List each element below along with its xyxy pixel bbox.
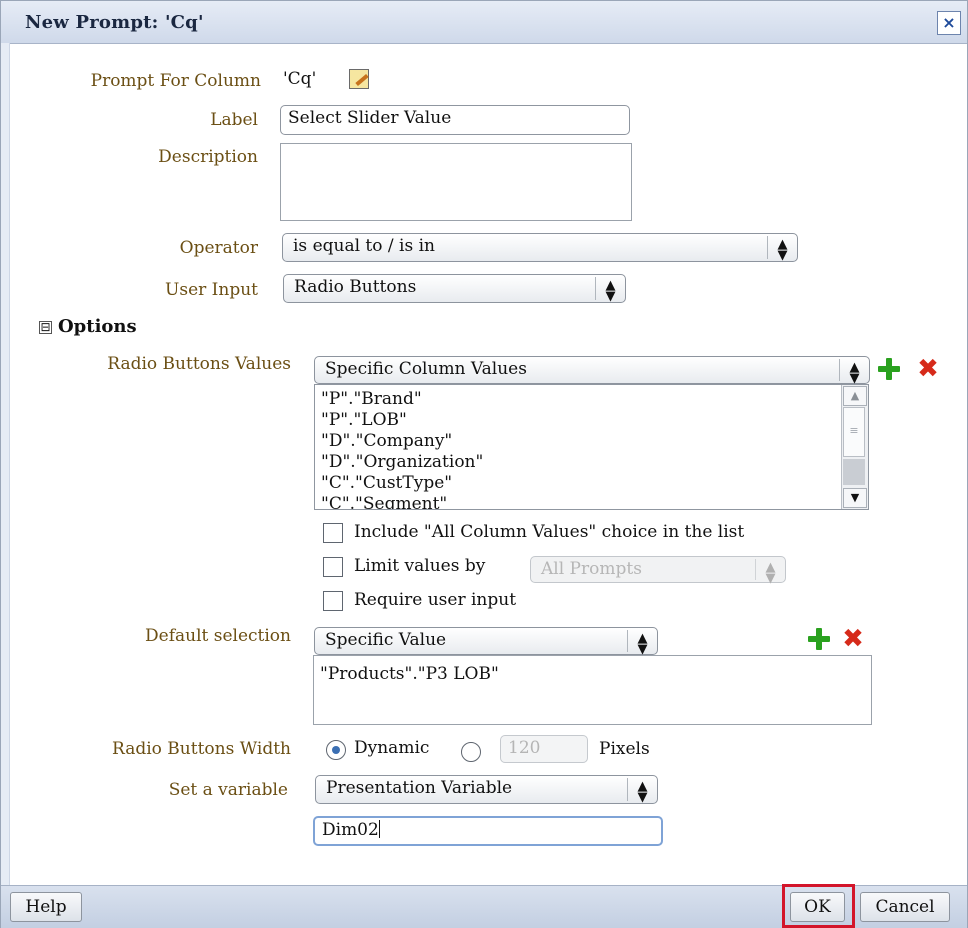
default-selection-select[interactable]: Specific Value ▲ ▼ xyxy=(314,627,658,656)
user-input-value: Radio Buttons xyxy=(294,277,417,297)
help-button[interactable]: Help xyxy=(10,892,82,922)
list-item[interactable]: "D"."Company" xyxy=(315,431,868,452)
variable-name-value: Dim02 xyxy=(322,820,379,840)
scroll-down-icon[interactable]: ▼ xyxy=(843,488,867,508)
description-label: Description xyxy=(158,147,258,167)
include-all-label: Include "All Column Values" choice in th… xyxy=(354,522,745,542)
text-cursor xyxy=(378,820,380,838)
list-scrollbar[interactable]: ▲ ≡ ▼ xyxy=(841,385,868,509)
close-icon[interactable]: × xyxy=(937,11,961,35)
select-arrows-icon: ▲ ▼ xyxy=(627,778,657,804)
column-values-list[interactable]: "P"."Brand" "P"."LOB" "D"."Company" "D".… xyxy=(314,384,869,510)
require-input-label: Require user input xyxy=(354,590,517,610)
operator-value: is equal to / is in xyxy=(293,236,435,256)
limit-values-select[interactable]: All Prompts ▲ ▼ xyxy=(530,556,786,585)
prompt-for-column-label: Prompt For Column xyxy=(90,71,261,91)
select-arrows-icon: ▲ ▼ xyxy=(595,277,625,303)
list-item[interactable]: "P"."LOB" xyxy=(315,410,868,431)
options-heading: Options xyxy=(58,316,137,337)
scroll-up-icon[interactable]: ▲ xyxy=(843,386,867,406)
radio-width-label: Radio Buttons Width xyxy=(112,739,291,759)
radio-values-select[interactable]: Specific Column Values ▲ ▼ xyxy=(314,356,870,385)
set-variable-label: Set a variable xyxy=(168,780,288,800)
list-item[interactable]: "C"."CustType" xyxy=(315,473,868,494)
scroll-track xyxy=(843,459,865,485)
ok-highlight-box xyxy=(782,884,855,928)
label-field-label: Label xyxy=(210,110,258,130)
limit-values-checkbox[interactable] xyxy=(323,557,343,577)
list-item[interactable]: "D"."Organization" xyxy=(315,452,868,473)
dialog-footer: Help OK Cancel xyxy=(1,884,967,928)
pixels-radio[interactable] xyxy=(461,742,481,762)
limit-values-select-value: All Prompts xyxy=(541,559,642,579)
default-values-box[interactable]: "Products"."P3 LOB" xyxy=(313,655,872,725)
default-value-text: "Products"."P3 LOB" xyxy=(320,664,499,684)
new-prompt-dialog: New Prompt: 'Cq' × Prompt For Column 'Cq… xyxy=(0,0,968,928)
pixels-input[interactable]: 120 xyxy=(500,735,588,763)
list-item[interactable]: "P"."Brand" xyxy=(315,389,868,410)
left-edge-strip xyxy=(1,43,10,885)
select-arrows-icon: ▲ ▼ xyxy=(755,559,785,585)
pixels-label: Pixels xyxy=(599,739,650,759)
limit-values-label: Limit values by xyxy=(354,556,486,576)
label-input[interactable]: Select Slider Value xyxy=(280,105,630,135)
variable-type-select[interactable]: Presentation Variable ▲ ▼ xyxy=(315,775,658,804)
operator-label: Operator xyxy=(179,238,258,258)
dynamic-radio[interactable] xyxy=(326,740,346,760)
dialog-title-bar[interactable]: New Prompt: 'Cq' × xyxy=(1,1,967,44)
require-input-checkbox[interactable] xyxy=(323,591,343,611)
default-selection-value: Specific Value xyxy=(325,630,447,650)
collapse-icon[interactable]: ⊟ xyxy=(39,321,52,334)
select-arrows-icon: ▲ ▼ xyxy=(767,236,797,262)
cancel-button[interactable]: Cancel xyxy=(860,892,950,922)
list-item[interactable]: "C"."Segment" xyxy=(315,494,868,509)
scroll-thumb[interactable]: ≡ xyxy=(843,407,865,457)
variable-name-input[interactable]: Dim02 xyxy=(313,816,663,846)
select-arrows-icon: ▲ ▼ xyxy=(839,359,869,385)
select-arrows-icon: ▲ ▼ xyxy=(627,630,657,656)
remove-value-icon[interactable]: ✖ xyxy=(916,356,940,382)
remove-default-icon[interactable]: ✖ xyxy=(841,626,865,652)
edit-formula-icon[interactable] xyxy=(349,69,369,89)
variable-type-value: Presentation Variable xyxy=(326,778,513,798)
add-default-icon[interactable] xyxy=(808,628,830,650)
include-all-checkbox[interactable] xyxy=(323,523,343,543)
user-input-select[interactable]: Radio Buttons ▲ ▼ xyxy=(283,274,626,303)
prompt-column-value: 'Cq' xyxy=(283,69,317,89)
radio-values-label: Radio Buttons Values xyxy=(107,354,291,374)
radio-values-value: Specific Column Values xyxy=(325,359,527,379)
dynamic-label: Dynamic xyxy=(354,738,430,758)
dialog-title: New Prompt: 'Cq' xyxy=(25,12,204,33)
user-input-label: User Input xyxy=(165,280,258,300)
description-textarea[interactable] xyxy=(280,143,632,221)
add-value-icon[interactable] xyxy=(878,358,900,380)
default-selection-label: Default selection xyxy=(145,626,291,646)
operator-select[interactable]: is equal to / is in ▲ ▼ xyxy=(282,233,798,262)
